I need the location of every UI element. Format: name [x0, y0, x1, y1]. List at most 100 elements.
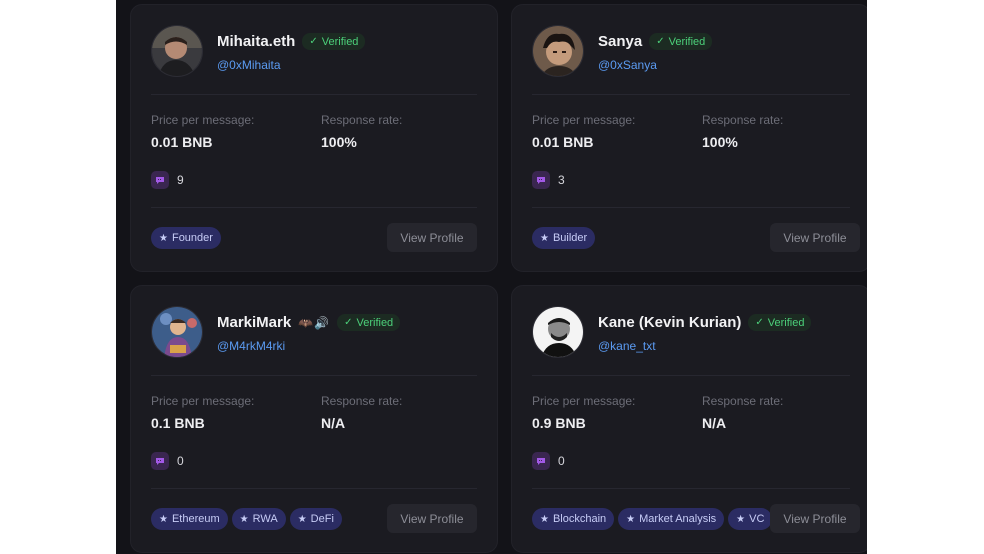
verified-label: Verified — [767, 316, 805, 329]
star-icon: ★ — [159, 513, 168, 525]
tag-label: Builder — [552, 232, 588, 244]
tag[interactable]: ★ RWA — [231, 508, 286, 530]
message-count-value: 3 — [558, 173, 565, 187]
tag-label: Market Analysis — [639, 513, 717, 525]
checkmark-icon: ✓ — [656, 36, 665, 47]
avatar[interactable] — [151, 25, 203, 77]
star-icon: ★ — [159, 232, 168, 244]
checkmark-icon: ✓ — [755, 317, 764, 328]
response-rate-value: N/A — [702, 415, 727, 431]
message-count: 3 — [532, 171, 565, 189]
view-profile-button[interactable]: View Profile — [387, 223, 477, 252]
chat-bubble-icon — [532, 171, 550, 189]
profile-handle[interactable]: @0xMihaita — [217, 58, 281, 72]
profiles-grid: Mihaita.eth ✓ Verified @0xMihaita Price … — [116, 0, 867, 554]
view-profile-button[interactable]: View Profile — [770, 504, 860, 533]
verified-label: Verified — [321, 35, 359, 48]
star-icon: ★ — [736, 513, 746, 525]
profile-header: Mihaita.eth ✓ Verified @0xMihaita — [151, 25, 477, 77]
profile-handle[interactable]: @M4rkM4rki — [217, 339, 285, 353]
star-icon: ★ — [540, 513, 549, 525]
chat-bubble-icon — [151, 452, 169, 470]
chat-bubble-icon — [532, 452, 550, 470]
tag-label: DeFi — [310, 513, 334, 525]
tag[interactable]: ★ Ethereum — [151, 508, 228, 530]
divider — [151, 375, 477, 376]
tag-label: Blockchain — [552, 513, 607, 525]
tag[interactable]: ★ Builder — [532, 227, 596, 249]
profile-card: MarkiMark 🦇🔊 ✓ Verified @M4rkM4rki Price… — [130, 285, 498, 553]
message-count: 9 — [151, 171, 184, 189]
tag-list: ★ Builder — [532, 227, 596, 249]
profile-handle[interactable]: @0xSanya — [598, 58, 657, 72]
profile-card: Mihaita.eth ✓ Verified @0xMihaita Price … — [130, 4, 498, 272]
name-emoji: 🦇🔊 — [298, 315, 331, 330]
star-icon: ★ — [626, 513, 636, 525]
price-value: 0.9 BNB — [532, 415, 586, 431]
price-label: Price per message: — [151, 113, 255, 127]
view-profile-button[interactable]: View Profile — [387, 504, 477, 533]
chat-bubble-icon — [151, 171, 169, 189]
tag-label: VC — [749, 513, 765, 525]
price-label: Price per message: — [532, 394, 636, 408]
verified-label: Verified — [668, 35, 706, 48]
response-rate-label: Response rate: — [702, 394, 784, 408]
view-profile-button[interactable]: View Profile — [770, 223, 860, 252]
tag-list: ★ Founder — [151, 227, 221, 249]
divider — [532, 488, 850, 489]
profile-header: Kane (Kevin Kurian) ✓ Verified @kane_txt — [532, 306, 850, 358]
message-count: 0 — [151, 452, 184, 470]
divider — [151, 207, 477, 208]
profile-header: MarkiMark 🦇🔊 ✓ Verified @M4rkM4rki — [151, 306, 477, 358]
response-rate-value: N/A — [321, 415, 346, 431]
profile-card: Sanya ✓ Verified @0xSanya Price per mess… — [511, 4, 867, 272]
response-rate-value: 100% — [321, 134, 357, 150]
divider — [151, 94, 477, 95]
divider — [532, 94, 850, 95]
star-icon: ★ — [239, 513, 249, 525]
tag[interactable]: ★ Market Analysis — [618, 508, 725, 530]
profile-header: Sanya ✓ Verified @0xSanya — [532, 25, 850, 77]
tag-list: ★ Ethereum ★ RWA ★ DeFi — [151, 508, 342, 530]
tag[interactable]: ★ VC — [728, 508, 773, 530]
response-rate-label: Response rate: — [321, 113, 403, 127]
price-label: Price per message: — [151, 394, 255, 408]
verified-badge: ✓ Verified — [748, 314, 812, 331]
price-label: Price per message: — [532, 113, 636, 127]
price-value: 0.01 BNB — [151, 134, 213, 150]
divider — [532, 375, 850, 376]
star-icon: ★ — [540, 232, 549, 244]
message-count-value: 0 — [177, 454, 184, 468]
tag[interactable]: ★ Founder — [151, 227, 221, 249]
avatar[interactable] — [532, 25, 584, 77]
message-count-value: 9 — [177, 173, 184, 187]
verified-label: Verified — [356, 316, 394, 329]
checkmark-icon: ✓ — [309, 36, 318, 47]
message-count-value: 0 — [558, 454, 565, 468]
avatar[interactable] — [532, 306, 584, 358]
star-icon: ★ — [297, 513, 307, 525]
checkmark-icon: ✓ — [344, 317, 353, 328]
profile-name[interactable]: Kane (Kevin Kurian) — [598, 314, 741, 331]
divider — [151, 488, 477, 489]
response-rate-value: 100% — [702, 134, 738, 150]
profile-handle[interactable]: @kane_txt — [598, 339, 656, 353]
tag-label: RWA — [252, 513, 278, 525]
tag-list: ★ Blockchain ★ Market Analysis ★ VC — [532, 508, 773, 530]
profile-name[interactable]: Mihaita.eth — [217, 33, 295, 50]
message-count: 0 — [532, 452, 565, 470]
avatar[interactable] — [151, 306, 203, 358]
divider — [532, 207, 850, 208]
verified-badge: ✓ Verified — [302, 33, 366, 50]
profile-name[interactable]: MarkiMark — [217, 314, 291, 331]
tag[interactable]: ★ Blockchain — [532, 508, 615, 530]
verified-badge: ✓ Verified — [649, 33, 713, 50]
profile-name[interactable]: Sanya — [598, 33, 642, 50]
response-rate-label: Response rate: — [702, 113, 784, 127]
verified-badge: ✓ Verified — [337, 314, 401, 331]
response-rate-label: Response rate: — [321, 394, 403, 408]
price-value: 0.01 BNB — [532, 134, 594, 150]
profile-card: Kane (Kevin Kurian) ✓ Verified @kane_txt… — [511, 285, 867, 553]
tag-label: Founder — [171, 232, 213, 244]
tag[interactable]: ★ DeFi — [289, 508, 342, 530]
